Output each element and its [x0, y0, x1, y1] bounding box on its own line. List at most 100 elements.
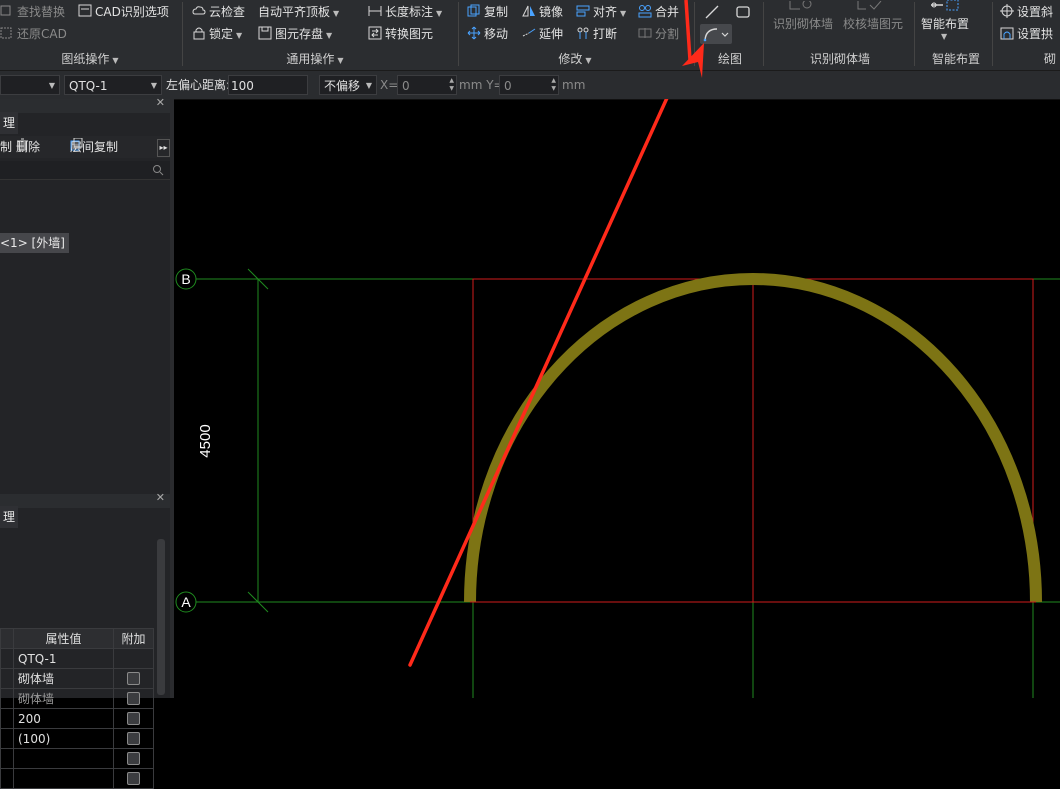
break-button[interactable]: 打断 [576, 24, 617, 44]
table-row[interactable]: QTQ-1 [0, 648, 154, 669]
chevron-down-icon: ▼ [326, 31, 333, 40]
extend-icon [522, 26, 536, 40]
ribbon-divider [458, 2, 459, 66]
split-icon [638, 26, 652, 40]
ribbon: 查找替换 CAD识别选项 还原CAD 图纸操作 ▼ 云检查 自动平齐顶板 ▼ 锁定 ▼… [0, 0, 1060, 71]
break-icon [576, 26, 590, 40]
chevron-down-icon: ▼ [436, 9, 443, 18]
group-right-cut: 砌 [1044, 52, 1057, 66]
unit-label: mm [562, 78, 586, 92]
chevron-down-icon: ▼ [365, 81, 372, 90]
dimension-icon [368, 4, 382, 18]
mirror-button[interactable]: 镜像 [522, 2, 563, 22]
table-row[interactable]: (100) [0, 728, 154, 749]
table-row[interactable]: 200 [0, 708, 154, 729]
x-label: X= [380, 78, 399, 92]
identify-masonry-wall-button[interactable]: 识别砌体墙 [773, 14, 833, 34]
length-dimension-button[interactable]: 长度标注 ▼ [368, 2, 442, 22]
attach-checkbox[interactable] [127, 691, 140, 705]
close-icon[interactable]: ✕ [156, 491, 165, 504]
identify-wall-icon [788, 0, 814, 10]
offset-label: 左偏心距离: [166, 78, 231, 92]
group-modify[interactable]: 修改 ▼ [520, 50, 630, 68]
chevron-down-icon: ▼ [150, 81, 157, 90]
properties-scrollbar[interactable] [157, 539, 165, 695]
crosshair-icon [1000, 4, 1014, 18]
ribbon-divider [992, 2, 993, 66]
chevron-down-icon: ▼ [620, 9, 627, 18]
tree-item-exterior-wall[interactable]: <1> [外墙] [0, 233, 69, 253]
group-general-ops[interactable]: 通用操作 ▼ [260, 50, 370, 68]
merge-icon [638, 4, 652, 18]
tab-properties[interactable]: 理 [0, 506, 19, 528]
group-drawing-ops[interactable]: 图纸操作 ▼ [30, 50, 150, 68]
restore-cad-icon [0, 26, 14, 40]
col-header-name [0, 628, 14, 649]
layer-select[interactable]: ▼ [0, 75, 60, 95]
group-smart-layout: 智能布置 [931, 52, 980, 66]
offset-input[interactable]: 100 [228, 75, 308, 95]
expand-toolbar-icon[interactable]: ▸▸ [157, 139, 170, 157]
axis-bubble-a[interactable]: A [175, 591, 197, 613]
split-button[interactable]: 分割 [638, 24, 679, 44]
dimension-text: 4500 [197, 424, 214, 457]
component-toolbar: 制 删除 层间复制 ▸▸ [0, 136, 170, 158]
set-arch-button[interactable]: 设置拱 [1000, 24, 1053, 44]
lock-button[interactable]: 锁定 ▼ [192, 24, 242, 44]
find-replace-button[interactable]: 查找替换 [0, 2, 65, 22]
copy-button[interactable]: 复制 [467, 2, 508, 22]
table-row[interactable] [0, 768, 154, 789]
panel-titlebar: ✕ [0, 491, 170, 508]
offset-mode-select[interactable]: 不偏移 ▼ [319, 75, 377, 95]
drawing-canvas[interactable]: B A 4500 [170, 99, 1060, 698]
attach-checkbox[interactable] [127, 731, 140, 745]
panel-titlebar: ✕ [0, 96, 170, 113]
check-wall-icon [856, 0, 882, 10]
draw-arc-button[interactable] [700, 24, 732, 44]
auto-align-slab-button[interactable]: 自动平齐顶板 ▼ [258, 2, 339, 22]
ribbon-divider [914, 2, 915, 66]
group-draw: 绘图 [717, 52, 742, 66]
check-wall-element-button[interactable]: 校核墙图元 [843, 14, 903, 34]
chevron-down-icon: ▼ [941, 32, 948, 41]
line-icon [705, 5, 719, 19]
attach-checkbox[interactable] [127, 671, 140, 685]
smart-layout-button[interactable]: 智能布置 [921, 14, 969, 34]
spinner-icon: ▲ ▼ [551, 77, 556, 92]
axis-label-b: B [181, 271, 190, 287]
table-row[interactable]: 砌体墙 [0, 688, 154, 709]
component-select[interactable]: QTQ-1 ▼ [64, 75, 162, 95]
attach-checkbox[interactable] [127, 711, 140, 725]
left-panel: ✕ 理 制 删除 层间复制 ▸▸ <1> [外墙] ✕ 理 属性值 附加 QTQ… [0, 96, 170, 789]
set-slope-button[interactable]: 设置斜 [1000, 2, 1053, 22]
convert-element-button[interactable]: 转换图元 [368, 24, 433, 44]
restore-cad-button[interactable]: 还原CAD [0, 24, 67, 44]
table-row[interactable]: 砌体墙 [0, 668, 154, 689]
attach-checkbox[interactable] [127, 751, 140, 765]
close-icon[interactable]: ✕ [156, 96, 165, 109]
search-icon [153, 165, 164, 176]
merge-button[interactable]: 合并 [638, 2, 679, 22]
align-button[interactable]: 对齐 ▼ [576, 2, 626, 22]
axis-label-a: A [181, 594, 191, 610]
draw-rectangle-button[interactable] [734, 3, 752, 21]
y-input[interactable]: 0 ▲ ▼ [499, 75, 559, 95]
save-element-button[interactable]: 图元存盘 ▼ [258, 24, 332, 44]
move-button[interactable]: 移动 [467, 24, 508, 44]
chevron-down-icon: ▼ [236, 31, 243, 40]
properties-table: 属性值 附加 QTQ-1 砌体墙 砌体墙 200 (100) [0, 628, 154, 789]
axis-bubble-b[interactable]: B [175, 268, 197, 290]
tab-component-list[interactable]: 理 [0, 112, 19, 134]
mirror-icon [522, 4, 536, 18]
extend-button[interactable]: 延伸 [522, 24, 563, 44]
cloud-check-button[interactable]: 云检查 [192, 2, 245, 22]
spinner-icon: ▲ ▼ [449, 77, 454, 92]
search-input[interactable] [0, 161, 170, 180]
draw-line-button[interactable] [703, 3, 721, 21]
x-input[interactable]: 0 ▲ ▼ [397, 75, 457, 95]
find-replace-icon [0, 4, 14, 18]
table-row[interactable] [0, 748, 154, 769]
attach-checkbox[interactable] [127, 771, 140, 785]
cad-options-button[interactable]: CAD识别选项 [78, 2, 169, 22]
copy-component-button[interactable]: 制 [0, 136, 12, 158]
